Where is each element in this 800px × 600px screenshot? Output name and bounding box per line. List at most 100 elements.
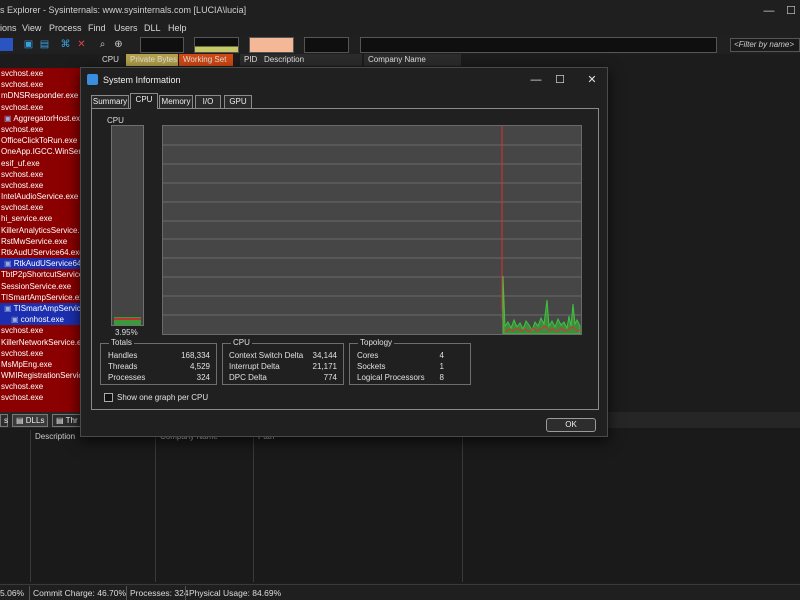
status-divider [126, 586, 127, 600]
menu-find[interactable]: Find [88, 23, 106, 33]
process-row[interactable]: esif_uf.exe [0, 157, 82, 169]
menu-dll[interactable]: DLL [144, 23, 161, 33]
tab-handles[interactable]: s [0, 414, 8, 427]
status-physical: Physical Usage: 84.69% [189, 588, 282, 598]
menu-help[interactable]: Help [168, 23, 187, 33]
process-row[interactable]: KillerNetworkService.exe [0, 336, 82, 348]
process-name: svchost.exe [1, 180, 44, 190]
kill-process-icon[interactable]: ✕ [75, 38, 88, 51]
minimize-icon[interactable]: — [762, 4, 776, 18]
process-row[interactable]: svchost.exe [0, 179, 82, 192]
column-private-bytes[interactable]: Private Bytes [126, 54, 178, 66]
process-row[interactable]: ▣ conhost.exe [0, 314, 82, 326]
lower-divider [253, 430, 254, 582]
column-cpu[interactable]: CPU [98, 54, 126, 66]
process-row[interactable]: KillerAnalyticsService.ex [0, 224, 82, 236]
process-row[interactable]: TbtP2pShortcutService. [0, 269, 82, 281]
maximize-icon[interactable]: ☐ [784, 4, 798, 18]
tab-dlls[interactable]: ▤ DLLs [12, 414, 48, 427]
process-name: hi_service.exe [1, 214, 53, 224]
process-name: mDNSResponder.exe [1, 91, 79, 101]
tree-icon[interactable]: ⌘ [59, 38, 72, 51]
lower-pane: Description Company Name Path [0, 428, 800, 583]
cpu-history-graph [162, 125, 582, 335]
commit-mini-graph[interactable] [194, 37, 239, 53]
process-name: svchost.exe [1, 102, 44, 112]
tab-summary[interactable]: Summary [91, 95, 129, 108]
process-row[interactable]: OneApp.IGCC.WinServic [0, 146, 82, 158]
process-row[interactable]: svchost.exe [0, 168, 82, 180]
one-graph-per-cpu-label[interactable]: Show one graph per CPU [117, 393, 208, 402]
tab-gpu[interactable]: GPU [224, 95, 252, 108]
history-mini-graph[interactable] [360, 37, 717, 53]
process-row[interactable]: svchost.exe [0, 392, 82, 404]
process-row[interactable]: OfficeClickToRun.exe [0, 135, 82, 147]
process-row[interactable]: MsMpEng.exe [0, 358, 82, 371]
close-icon[interactable]: ✕ [585, 73, 599, 87]
status-divider [185, 586, 186, 600]
process-row[interactable]: hi_service.exe [0, 213, 82, 225]
properties-icon[interactable]: ▤ [38, 38, 51, 51]
tab-io[interactable]: I/O [195, 95, 221, 108]
tab-threads[interactable]: ▤ Thr [52, 414, 82, 427]
ok-button[interactable]: OK [546, 418, 596, 432]
process-row[interactable]: svchost.exe [0, 347, 82, 359]
process-row[interactable]: IntelAudioService.exe [0, 191, 82, 203]
cpu-mini-graph[interactable] [140, 37, 184, 53]
process-row[interactable]: RstMwService.exe [0, 235, 82, 247]
system-info-icon[interactable]: ▣ [22, 38, 35, 51]
status-processes: Processes: 324 [130, 588, 189, 598]
cpu-group: CPU Context Switch Delta 34,144 Interrup… [222, 338, 344, 385]
target-icon[interactable]: ⊕ [112, 38, 125, 51]
process-row[interactable]: svchost.exe [0, 381, 82, 393]
process-row[interactable]: svchost.exe [0, 325, 82, 337]
process-row[interactable]: WMIRegistrationService [0, 370, 82, 382]
menu-process[interactable]: Process [49, 23, 82, 33]
process-row[interactable]: SessionService.exe [0, 280, 82, 292]
totals-threads-label: Threads [108, 362, 138, 371]
title-bar: s Explorer - Sysinternals: www.sysintern… [0, 0, 800, 22]
totals-processes-label: Processes [108, 373, 146, 382]
dialog-title-bar[interactable]: System Information — ☐ ✕ [81, 68, 607, 92]
process-row[interactable]: svchost.exe [0, 79, 82, 91]
process-row[interactable]: TISmartAmpService.exe [0, 291, 82, 303]
column-company[interactable]: Company Name [364, 54, 461, 66]
filter-input[interactable]: <Filter by name> [730, 38, 800, 52]
process-name: esif_uf.exe [1, 158, 40, 168]
one-graph-per-cpu-checkbox[interactable] [104, 393, 113, 402]
process-row[interactable]: ▣ AggregatorHost.exe [0, 112, 82, 124]
cores-label: Cores [357, 351, 379, 360]
lower-column-description[interactable]: Description [35, 432, 75, 441]
cpu-history-total-area [502, 275, 581, 335]
menu-view[interactable]: View [22, 23, 41, 33]
process-row[interactable]: ▣ RtkAudUService64.e [0, 258, 82, 270]
process-row[interactable]: svchost.exe [0, 123, 82, 136]
process-row[interactable]: ▣ TISmartAmpService.e [0, 302, 82, 315]
column-working-set[interactable]: Working Set [179, 54, 233, 66]
io-mini-graph[interactable] [304, 37, 349, 53]
physical-mini-graph[interactable] [249, 37, 294, 53]
process-name: svchost.exe [1, 169, 44, 179]
minimize-icon[interactable]: — [529, 73, 543, 87]
column-pid[interactable]: PID [240, 54, 260, 66]
dll-icon: ▤ [16, 416, 26, 425]
sockets-value: 1 [439, 362, 444, 371]
process-name: conhost.exe [20, 315, 64, 325]
totals-processes-value: 324 [196, 373, 210, 382]
process-name: svchost.exe [1, 393, 44, 403]
tab-cpu[interactable]: CPU [130, 93, 158, 109]
process-row[interactable]: svchost.exe [0, 68, 82, 80]
menu-options[interactable]: ions [0, 23, 17, 33]
find-icon[interactable]: ⌕ [96, 38, 109, 51]
tab-memory[interactable]: Memory [159, 95, 193, 108]
totals-group: Totals Handles 168,334 Threads 4,529 Pro… [100, 338, 217, 385]
maximize-icon[interactable]: ☐ [553, 73, 567, 87]
process-row[interactable]: RtkAudUService64.exe [0, 247, 82, 259]
menu-bar: ions View Process Find Users DLL Help [0, 22, 800, 36]
menu-users[interactable]: Users [114, 23, 138, 33]
process-row[interactable]: svchost.exe [0, 101, 82, 113]
column-description[interactable]: Description [260, 54, 362, 66]
process-row[interactable]: svchost.exe [0, 202, 82, 214]
process-row[interactable]: mDNSResponder.exe [0, 90, 82, 102]
window-icon[interactable] [0, 38, 13, 51]
